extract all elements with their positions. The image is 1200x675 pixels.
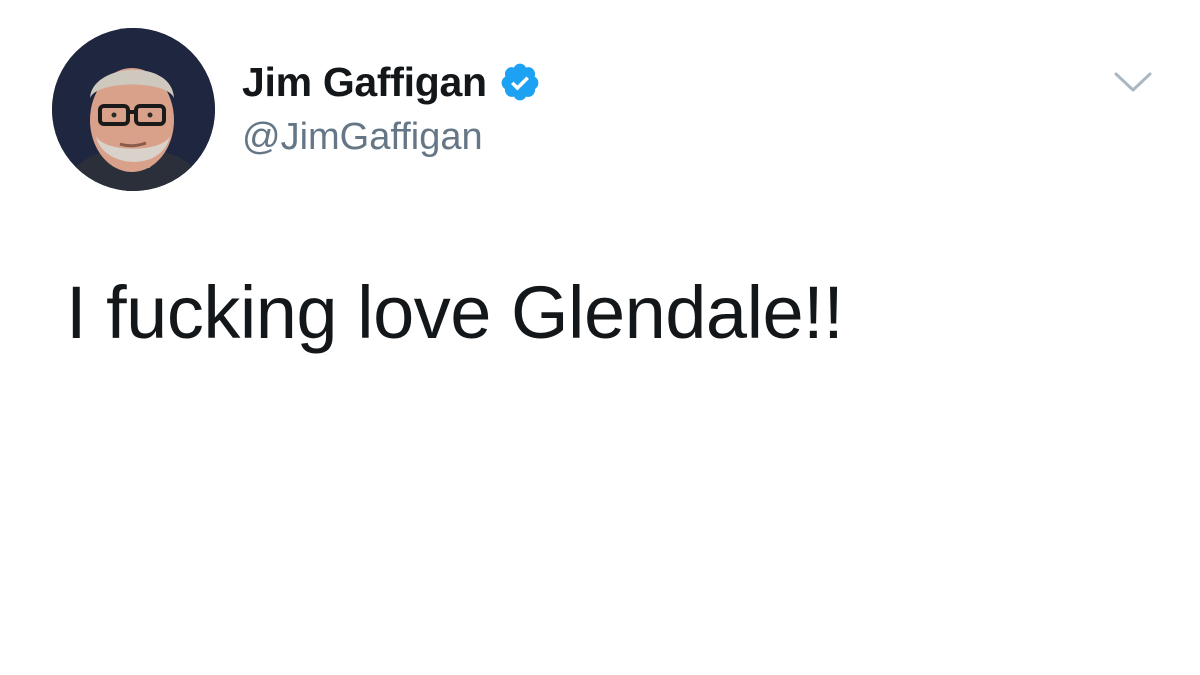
- verified-badge-icon: [501, 63, 539, 101]
- avatar[interactable]: [52, 28, 215, 191]
- tweet-text: I fucking love Glendale!!: [66, 271, 844, 354]
- display-name[interactable]: Jim Gaffigan: [242, 59, 487, 106]
- tweet-menu-button[interactable]: [1112, 68, 1154, 96]
- profile-photo: [52, 28, 215, 191]
- author-row: Jim Gaffigan: [242, 56, 541, 108]
- tweet-card: Jim Gaffigan @JimGaffigan I fucking love…: [0, 0, 1200, 675]
- handle[interactable]: @JimGaffigan: [242, 116, 483, 159]
- chevron-down-icon: [1114, 72, 1152, 92]
